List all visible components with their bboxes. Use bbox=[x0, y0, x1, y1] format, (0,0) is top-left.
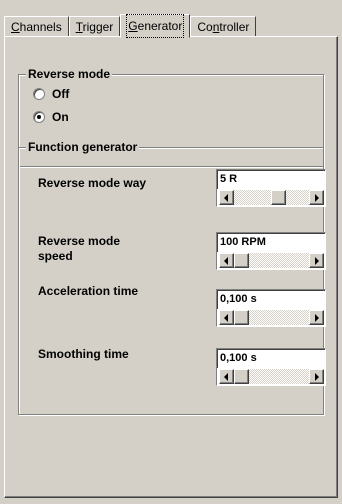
reverse-mode-on-radio[interactable]: On bbox=[33, 110, 69, 124]
scroll-left-button[interactable] bbox=[219, 369, 234, 384]
scroll-right-arrow-icon bbox=[315, 373, 319, 381]
reverse-mode-speed-field[interactable]: 100 RPM bbox=[216, 232, 326, 252]
scroll-right-arrow-icon bbox=[315, 257, 319, 265]
acceleration-time-label: Acceleration time bbox=[38, 284, 139, 298]
reverse-mode-speed-scrollbar[interactable] bbox=[216, 252, 326, 270]
generator-page: Reverse mode Off On Function generator R… bbox=[4, 36, 338, 498]
scroll-right-button[interactable] bbox=[309, 310, 324, 325]
scroll-left-button[interactable] bbox=[219, 310, 234, 325]
tab-generator[interactable]: Generator bbox=[120, 14, 191, 38]
reverse-mode-on-label: On bbox=[52, 110, 69, 124]
scroll-left-arrow-icon bbox=[224, 373, 228, 381]
scroll-right-button[interactable] bbox=[309, 190, 324, 205]
tab-trigger[interactable]: Trigger bbox=[68, 16, 121, 37]
function-generator-group: Function generator Reverse mode way 5 R … bbox=[18, 140, 326, 415]
tab-strip: Channels Trigger Generator Controller bbox=[4, 13, 257, 38]
tab-controller[interactable]: Controller bbox=[190, 16, 257, 37]
scroll-right-arrow-icon bbox=[315, 314, 319, 322]
scroll-right-button[interactable] bbox=[309, 369, 324, 384]
tab-channels[interactable]: Channels bbox=[4, 16, 69, 37]
acceleration-time-field[interactable]: 0,100 s bbox=[216, 289, 326, 309]
smoothing-time-label: Smoothing time bbox=[38, 347, 129, 361]
reverse-mode-way-label: Reverse mode way bbox=[38, 176, 147, 190]
function-generator-title: Function generator bbox=[26, 140, 140, 154]
scroll-left-arrow-icon bbox=[224, 194, 228, 202]
reverse-mode-off-label: Off bbox=[52, 87, 70, 101]
scroll-thumb[interactable] bbox=[271, 190, 286, 205]
scroll-right-button[interactable] bbox=[309, 253, 324, 268]
reverse-mode-speed-label-line1: Reverse mode bbox=[38, 234, 121, 248]
scroll-left-arrow-icon bbox=[224, 314, 228, 322]
scroll-left-arrow-icon bbox=[224, 257, 228, 265]
acceleration-time-scrollbar[interactable] bbox=[216, 309, 326, 327]
scroll-thumb[interactable] bbox=[234, 369, 249, 384]
smoothing-time-field[interactable]: 0,100 s bbox=[216, 348, 326, 368]
scroll-thumb[interactable] bbox=[234, 310, 249, 325]
scroll-left-button[interactable] bbox=[219, 190, 234, 205]
reverse-mode-speed-label-line2: speed bbox=[38, 249, 73, 263]
smoothing-time-scrollbar[interactable] bbox=[216, 368, 326, 386]
reverse-mode-off-radio[interactable]: Off bbox=[33, 87, 69, 101]
scroll-right-arrow-icon bbox=[315, 194, 319, 202]
reverse-mode-speed-label: Reverse mode speed bbox=[38, 234, 120, 264]
scroll-thumb[interactable] bbox=[234, 253, 249, 268]
radio-off-icon bbox=[33, 88, 45, 100]
reverse-mode-title: Reverse mode bbox=[26, 67, 113, 81]
scroll-left-button[interactable] bbox=[219, 253, 234, 268]
reverse-mode-way-field[interactable]: 5 R bbox=[216, 169, 326, 189]
reverse-mode-way-scrollbar[interactable] bbox=[216, 189, 326, 207]
radio-on-icon bbox=[33, 111, 45, 123]
